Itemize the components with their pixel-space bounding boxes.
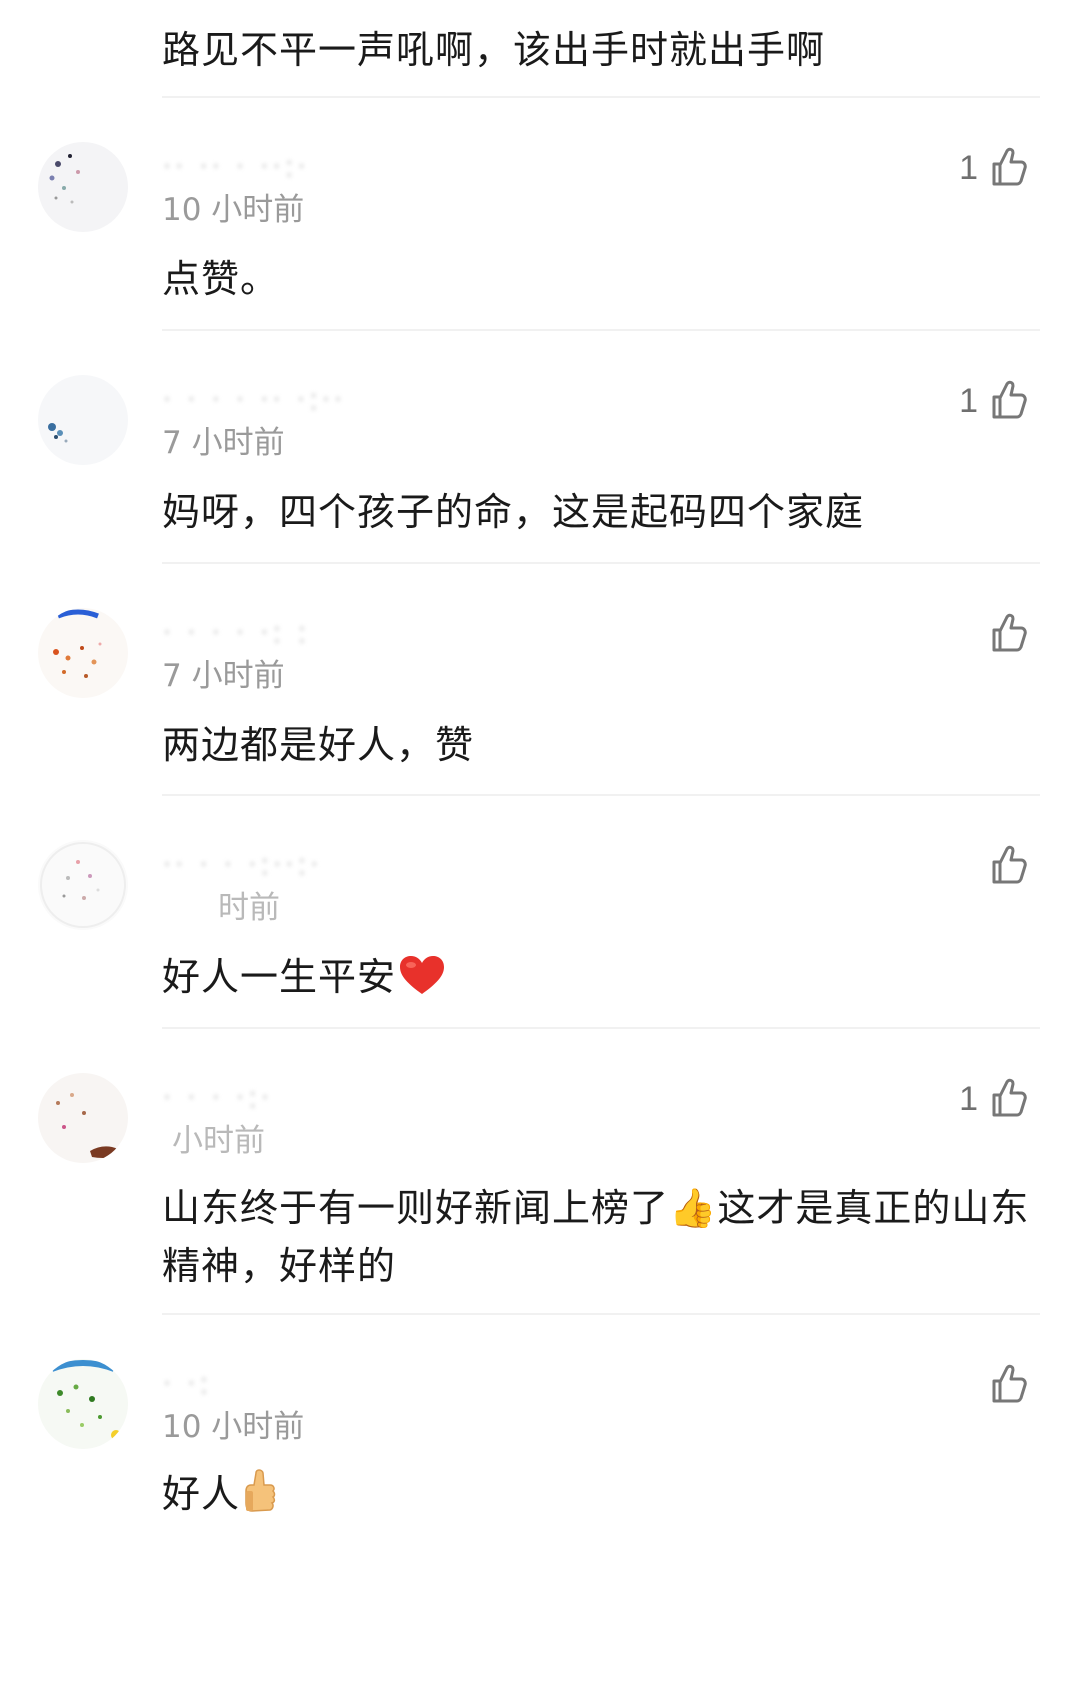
comment-time: 7 小时前 xyxy=(162,425,285,461)
like-button[interactable] xyxy=(978,1357,1028,1405)
avatar[interactable] xyxy=(38,608,128,698)
divider xyxy=(162,794,1040,796)
comment-text: 点赞。 xyxy=(162,257,280,301)
thumbs-up-outline-icon xyxy=(992,845,1027,884)
avatar[interactable] xyxy=(38,142,128,232)
comment-text: 好人 xyxy=(162,1465,1042,1523)
comment-time: 7 小时前 xyxy=(162,658,285,694)
thumbs-up-emoji-icon xyxy=(245,1469,276,1512)
thumbs-up-outline-icon xyxy=(992,1364,1027,1403)
divider xyxy=(162,1313,1040,1315)
divider xyxy=(162,96,1040,98)
username[interactable]: · · · · ·· ·:·· xyxy=(162,379,345,419)
username[interactable]: · · · · ·: : xyxy=(162,612,309,652)
like-button[interactable]: 1 xyxy=(959,373,1028,421)
username[interactable]: ·· ·· · ··:· xyxy=(162,146,309,186)
comment-text-body: 好人一生平安 xyxy=(162,955,397,999)
avatar[interactable] xyxy=(38,840,128,930)
avatar[interactable] xyxy=(38,1359,128,1449)
username[interactable]: ·· · · ·:··:· xyxy=(162,844,321,884)
username[interactable]: · · · ·:· xyxy=(162,1077,272,1117)
divider xyxy=(162,562,1040,564)
comment-text: 山东终于有一则好新闻上榜了👍这才是真正的山东精神，好样的 xyxy=(162,1186,1030,1288)
comment-time: 10 小时前 xyxy=(162,1409,305,1445)
like-count: 1 xyxy=(959,382,978,420)
comment-text: 妈呀，四个孩子的命，这是起码四个家庭 xyxy=(162,490,865,534)
like-count: 1 xyxy=(959,149,978,187)
like-button[interactable]: 1 xyxy=(959,1071,1028,1119)
comment-text: 两边都是好人，赞 xyxy=(162,723,475,767)
avatar[interactable] xyxy=(38,1073,128,1163)
thumbs-up-outline-icon xyxy=(992,1078,1027,1117)
comment-text: 好人一生平安 xyxy=(162,948,1042,1006)
like-button[interactable]: 1 xyxy=(959,140,1028,188)
divider xyxy=(162,1027,1040,1029)
like-button[interactable] xyxy=(978,606,1028,654)
like-button[interactable] xyxy=(978,838,1028,886)
divider xyxy=(162,329,1040,331)
username[interactable]: · ·: xyxy=(162,1363,211,1403)
comment-time: 小时前 xyxy=(172,1123,265,1159)
comment-time: 时前 xyxy=(218,890,280,926)
comment-text-body: 好人 xyxy=(162,1472,241,1516)
comment-time: 10 小时前 xyxy=(162,192,305,228)
like-count: 1 xyxy=(959,1080,978,1118)
thumbs-up-outline-icon xyxy=(992,613,1027,652)
thumbs-up-outline-icon xyxy=(992,380,1027,419)
previous-comment-text: 路见不平一声吼啊，该出手时就出手啊 xyxy=(162,28,826,72)
thumbs-up-outline-icon xyxy=(992,147,1027,186)
red-heart-icon xyxy=(400,956,445,994)
avatar[interactable] xyxy=(38,375,128,465)
